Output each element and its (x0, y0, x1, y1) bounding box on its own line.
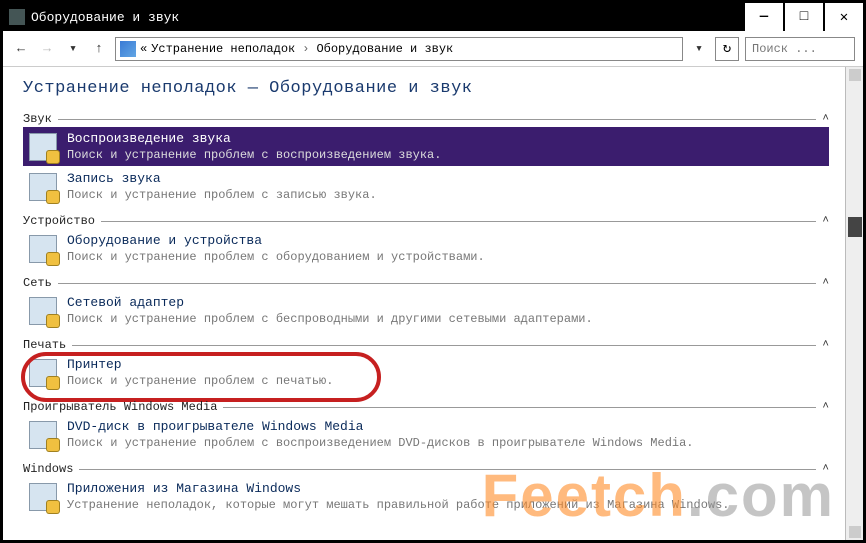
item-title: Запись звука (67, 171, 823, 186)
network-adapter-icon (29, 297, 57, 325)
audio-recording-icon (29, 173, 57, 201)
watermark: Feetch.com (482, 461, 835, 530)
item-desc: Поиск и устранение проблем с печатью. (67, 374, 823, 388)
breadcrumb[interactable]: Оборудование и звук (316, 42, 453, 56)
group: Печать ˄ Принтер Поиск и устранение проб… (23, 338, 829, 392)
group-header[interactable]: Устройство ˄ (23, 214, 829, 228)
app-icon (9, 9, 25, 25)
troubleshooter-item[interactable]: Запись звука Поиск и устранение проблем … (23, 167, 829, 206)
group: Проигрыватель Windows Media ˄ DVD-диск в… (23, 400, 829, 454)
group-header[interactable]: Звук ˄ (23, 112, 829, 126)
group-label: Сеть (23, 276, 52, 290)
control-panel-icon (120, 41, 136, 57)
titlebar: Оборудование и звук — □ ✕ (3, 3, 863, 31)
window-title: Оборудование и звук (31, 10, 743, 25)
group: Звук ˄ Воспроизведение звука Поиск и уст… (23, 112, 829, 206)
back-button[interactable]: ← (11, 39, 31, 59)
group-header[interactable]: Сеть ˄ (23, 276, 829, 290)
main-content: Устранение неполадок — Оборудование и зв… (3, 67, 845, 540)
up-button[interactable]: ↑ (89, 39, 109, 59)
page-title: Устранение неполадок — Оборудование и зв… (23, 79, 829, 98)
printer-icon (29, 359, 57, 387)
breadcrumb[interactable]: Устранение неполадок (151, 42, 295, 56)
close-button[interactable]: ✕ (823, 3, 863, 31)
chevron-up-icon: ˄ (822, 339, 829, 351)
group-label: Звук (23, 112, 52, 126)
maximize-button[interactable]: □ (783, 3, 823, 31)
chevron-up-icon: ˄ (822, 113, 829, 125)
group-header[interactable]: Печать ˄ (23, 338, 829, 352)
item-title: Сетевой адаптер (67, 295, 823, 310)
troubleshooter-item[interactable]: DVD-диск в проигрывателе Windows Media П… (23, 415, 829, 454)
search-placeholder: Поиск ... (752, 42, 817, 56)
minimize-button[interactable]: — (743, 3, 783, 31)
item-desc: Поиск и устранение проблем с записью зву… (67, 188, 823, 202)
group-label: Проигрыватель Windows Media (23, 400, 217, 414)
group-header[interactable]: Проигрыватель Windows Media ˄ (23, 400, 829, 414)
scrollbar-thumb[interactable] (848, 217, 862, 237)
item-title: Оборудование и устройства (67, 233, 823, 248)
group: Устройство ˄ Оборудование и устройства П… (23, 214, 829, 268)
item-desc: Поиск и устранение проблем с воспроизвед… (67, 436, 823, 450)
troubleshooter-item[interactable]: Сетевой адаптер Поиск и устранение пробл… (23, 291, 829, 330)
chevron-right-icon: › (302, 42, 309, 56)
chevron-up-icon: ˄ (822, 277, 829, 289)
address-bar[interactable]: « Устранение неполадок › Оборудование и … (115, 37, 683, 61)
item-title: Принтер (67, 357, 823, 372)
group: Сеть ˄ Сетевой адаптер Поиск и устранени… (23, 276, 829, 330)
search-input[interactable]: Поиск ... (745, 37, 855, 61)
store-app-icon (29, 483, 57, 511)
vertical-scrollbar[interactable] (845, 67, 863, 540)
group-label: Печать (23, 338, 66, 352)
chevron-up-icon: ˄ (822, 215, 829, 227)
item-title: Воспроизведение звука (67, 131, 823, 146)
hardware-icon (29, 235, 57, 263)
forward-button[interactable]: → (37, 39, 57, 59)
crumb-prefix: « (140, 42, 147, 56)
item-desc: Поиск и устранение проблем с оборудовани… (67, 250, 823, 264)
group-label: Windows (23, 462, 73, 476)
recent-locations-button[interactable]: ▾ (63, 39, 83, 59)
troubleshooter-item[interactable]: Принтер Поиск и устранение проблем с печ… (23, 353, 829, 392)
group-label: Устройство (23, 214, 95, 228)
navbar: ← → ▾ ↑ « Устранение неполадок › Оборудо… (3, 31, 863, 67)
dvd-icon (29, 421, 57, 449)
item-desc: Поиск и устранение проблем с воспроизвед… (67, 148, 823, 162)
window: Оборудование и звук — □ ✕ ← → ▾ ↑ « Устр… (0, 0, 866, 543)
troubleshooter-item[interactable]: Оборудование и устройства Поиск и устран… (23, 229, 829, 268)
troubleshooter-item[interactable]: Воспроизведение звука Поиск и устранение… (23, 127, 829, 166)
item-desc: Поиск и устранение проблем с беспроводны… (67, 312, 823, 326)
audio-playback-icon (29, 133, 57, 161)
refresh-button[interactable]: ↻ (715, 37, 739, 61)
chevron-up-icon: ˄ (822, 401, 829, 413)
address-dropdown-button[interactable]: ▾ (689, 39, 709, 59)
item-title: DVD-диск в проигрывателе Windows Media (67, 419, 823, 434)
